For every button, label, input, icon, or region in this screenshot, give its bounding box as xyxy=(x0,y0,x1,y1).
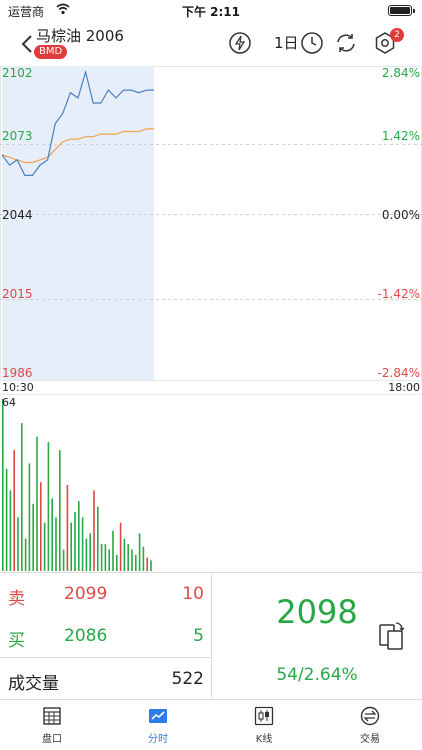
tab-order-book-label: 盘口 xyxy=(42,734,62,745)
volume-bar xyxy=(93,490,95,571)
volume-bar xyxy=(150,560,152,572)
switch-panel-icon[interactable] xyxy=(378,621,406,651)
volume-chart-svg xyxy=(2,399,152,572)
volume-bar xyxy=(142,546,145,571)
volume-bar xyxy=(74,511,76,571)
volume-bar xyxy=(138,533,141,571)
volume-bar xyxy=(81,517,84,572)
volume-row: 成交量 522 xyxy=(0,657,212,699)
volume-bar xyxy=(104,544,107,571)
order-book: 卖 2099 10 买 2086 5 成交量 522 xyxy=(0,573,212,701)
page-title: 马棕油 2006 xyxy=(36,27,124,45)
volume-bar xyxy=(108,549,110,571)
volume-bar xyxy=(146,557,148,571)
tab-candlestick[interactable]: K线 xyxy=(224,706,304,745)
price-label-2: 2073 xyxy=(2,129,33,143)
volume-max-label: 64 xyxy=(2,396,16,409)
tab-bar: 盘口 分时 K线 交易 xyxy=(0,700,422,750)
volume-value: 522 xyxy=(171,669,204,689)
volume-bar xyxy=(9,490,12,571)
price-label-4: 2015 xyxy=(2,287,33,301)
volume-bar xyxy=(2,399,4,571)
clock-icon[interactable] xyxy=(300,31,324,55)
bid-price: 2086 xyxy=(64,626,108,646)
volume-bar xyxy=(21,423,23,571)
volume-bar xyxy=(127,544,129,571)
volume-bar xyxy=(17,517,19,572)
volume-bar xyxy=(85,538,88,572)
price-label-3: 2044 xyxy=(2,208,33,222)
bid-row[interactable]: 买 2086 5 xyxy=(0,615,212,657)
battery-icon xyxy=(388,5,415,16)
tab-candlestick-label: K线 xyxy=(255,734,273,745)
volume-bar xyxy=(70,522,72,571)
volume-bar xyxy=(55,517,57,572)
flash-order-icon[interactable] xyxy=(228,31,252,55)
clock: 下午 2:11 xyxy=(181,5,241,19)
volume-bar xyxy=(100,544,103,571)
session-fill xyxy=(2,66,154,380)
pct-label-5: -2.84% xyxy=(377,366,420,380)
volume-bar xyxy=(131,549,133,571)
pct-label-3: 0.00% xyxy=(381,208,420,222)
notification-badge: 2 xyxy=(390,28,404,42)
last-price-panel: 2098 54/2.64% xyxy=(212,573,422,701)
price-chart-svg xyxy=(0,66,422,381)
volume-bar xyxy=(43,522,46,571)
price-change: 54/2.64% xyxy=(276,665,358,685)
exchange-badge: BMD xyxy=(34,45,68,59)
tab-timeshare[interactable]: 分时 xyxy=(118,706,198,745)
header: 马棕油 2006 BMD 1日 2 xyxy=(0,22,422,66)
tab-trade[interactable]: 交易 xyxy=(330,706,410,745)
volume-bar xyxy=(36,436,38,571)
candlestick-icon xyxy=(254,706,274,726)
time-axis: 10:30 18:00 xyxy=(0,380,422,395)
status-bar: 运营商 下午 2:11 xyxy=(0,0,422,22)
pct-label-2: 1.42% xyxy=(381,129,420,143)
volume-bar xyxy=(59,450,61,571)
time-start-label: 10:30 xyxy=(2,381,34,394)
volume-bar xyxy=(13,450,15,571)
volume-bar xyxy=(28,463,31,571)
volume-bar xyxy=(51,498,53,571)
quote-panel: 卖 2099 10 买 2086 5 成交量 522 2098 54/2.64% xyxy=(0,572,422,701)
ask-label: 卖 xyxy=(8,589,25,609)
volume-bar xyxy=(32,503,34,571)
volume-bar xyxy=(89,533,91,571)
volume-bar xyxy=(123,538,126,572)
pct-label-4: -1.42% xyxy=(377,287,420,301)
volume-bar xyxy=(116,554,118,571)
ask-qty: 10 xyxy=(182,584,204,604)
bid-label: 买 xyxy=(8,631,25,651)
bid-qty: 5 xyxy=(193,626,204,646)
pct-label-1: 2.84% xyxy=(381,66,420,80)
ask-row[interactable]: 卖 2099 10 xyxy=(0,573,212,615)
grid-icon xyxy=(43,707,61,725)
tab-order-book[interactable]: 盘口 xyxy=(12,706,92,745)
volume-label: 成交量 xyxy=(8,674,59,694)
tab-timeshare-label: 分时 xyxy=(148,734,168,745)
volume-bar xyxy=(24,538,27,572)
volume-bar xyxy=(112,530,114,571)
volume-bar xyxy=(78,501,80,571)
volume-bar xyxy=(5,468,8,571)
volume-bar xyxy=(97,506,99,571)
refresh-icon[interactable] xyxy=(334,31,358,55)
tab-trade-label: 交易 xyxy=(360,734,380,745)
volume-bar xyxy=(119,522,122,571)
volume-bar xyxy=(40,482,42,571)
timeshare-chart-icon xyxy=(149,709,167,723)
volume-bar xyxy=(62,549,65,571)
volume-chart[interactable]: 64 xyxy=(0,395,422,573)
timeshare-chart[interactable]: 2102 2073 2044 2015 1986 2.84% 1.42% 0.0… xyxy=(0,66,422,381)
volume-bar xyxy=(66,485,69,571)
volume-bar xyxy=(135,554,137,571)
period-selector[interactable]: 1日 xyxy=(274,32,299,53)
price-label-1: 2102 xyxy=(2,66,33,80)
volume-bar xyxy=(47,442,50,571)
exchange-icon xyxy=(360,706,380,726)
time-end-label: 18:00 xyxy=(388,381,420,394)
ask-price: 2099 xyxy=(64,584,108,604)
price-label-5: 1986 xyxy=(2,366,33,380)
